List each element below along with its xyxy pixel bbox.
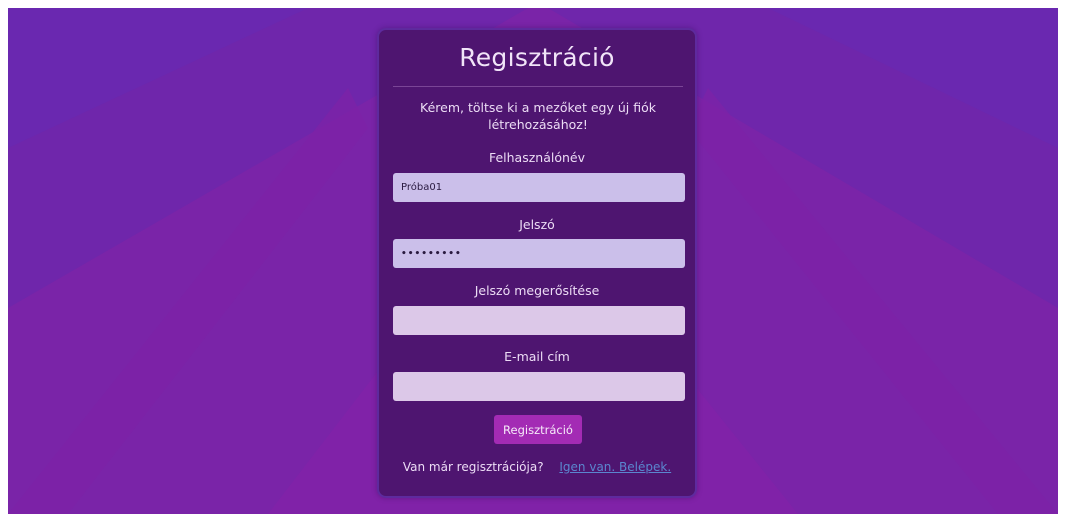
password-label: Jelszó: [519, 217, 555, 232]
title-divider: [393, 86, 683, 87]
username-input[interactable]: [393, 173, 685, 202]
confirm-password-label: Jelszó megerősítése: [474, 283, 600, 298]
login-prompt-text: Van már regisztrációja?: [402, 460, 544, 474]
login-link[interactable]: Igen van. Belépek.: [559, 460, 671, 474]
password-input[interactable]: [393, 239, 685, 268]
page-background: Regisztráció Kérem, töltse ki a mezőket …: [8, 8, 1058, 514]
username-label: Felhasználónév: [488, 150, 586, 165]
email-label: E-mail cím: [504, 349, 570, 364]
register-button[interactable]: Regisztráció: [494, 415, 582, 444]
login-prompt-row: Van már regisztrációja? Igen van. Belépe…: [379, 460, 695, 474]
form-intro-text: Kérem, töltse ki a mezőket egy új fiók l…: [420, 100, 656, 132]
email-input[interactable]: [393, 372, 685, 401]
confirm-password-input[interactable]: [393, 306, 685, 335]
form-title: Regisztráció: [459, 43, 615, 72]
registration-card: Regisztráció Kérem, töltse ki a mezőket …: [377, 28, 697, 498]
